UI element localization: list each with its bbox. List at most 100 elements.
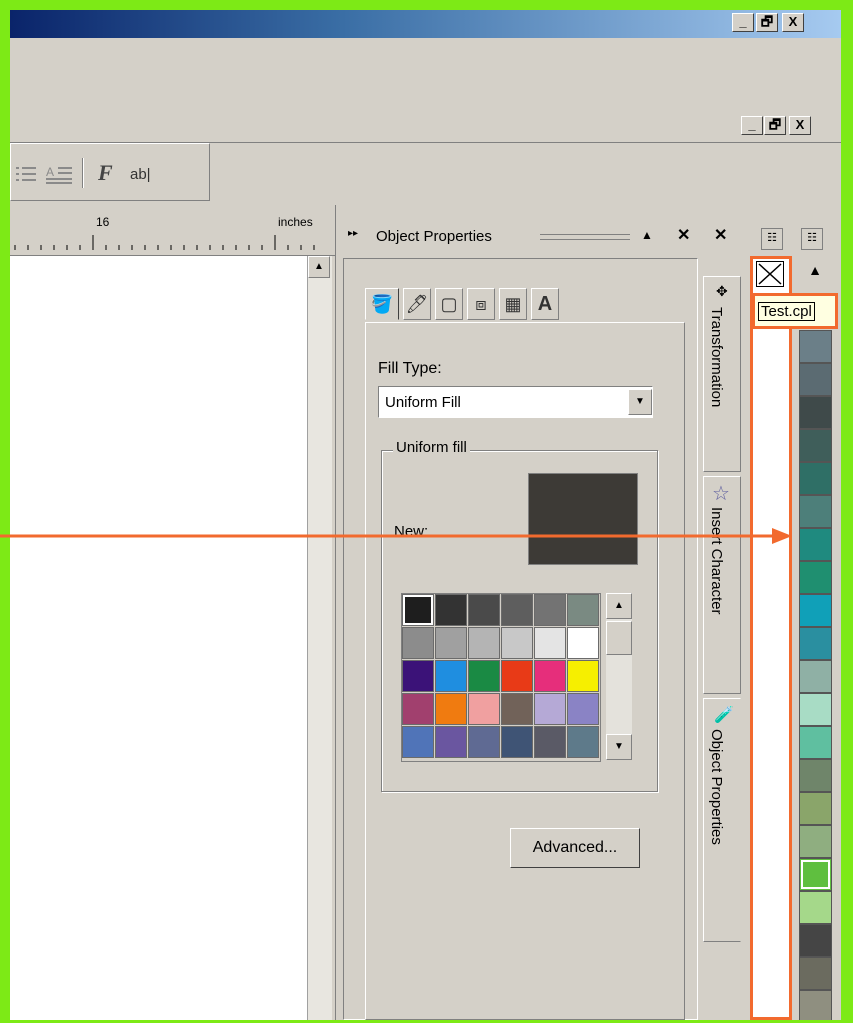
doc-minimize-button[interactable]: _: [741, 116, 763, 135]
color-swatch[interactable]: [567, 594, 599, 626]
palette-color[interactable]: [799, 429, 832, 462]
color-swatch[interactable]: [501, 594, 533, 626]
docker-close-icon[interactable]: ✕: [677, 225, 690, 245]
doc-close-button[interactable]: X: [789, 116, 811, 135]
color-swatch[interactable]: [468, 693, 500, 725]
fill-type-select[interactable]: Uniform Fill ▼: [378, 386, 653, 418]
detail-tab-icon[interactable]: ⧈: [467, 288, 495, 320]
color-swatch[interactable]: [567, 693, 599, 725]
palette-color[interactable]: [799, 990, 832, 1020]
docker-collapse-icon[interactable]: ▲: [641, 228, 653, 242]
color-swatch[interactable]: [534, 594, 566, 626]
palette-color[interactable]: [799, 759, 832, 792]
color-swatch[interactable]: [501, 726, 533, 758]
color-swatch[interactable]: [567, 726, 599, 758]
general-tab-icon[interactable]: ▢: [435, 288, 463, 320]
color-swatch[interactable]: [534, 627, 566, 659]
wrap-tab-icon[interactable]: ▦: [499, 288, 527, 320]
drop-cap-icon[interactable]: A: [46, 164, 74, 184]
ruler-tick-label: 16: [96, 215, 110, 229]
color-swatch[interactable]: [435, 627, 467, 659]
color-swatch[interactable]: [534, 693, 566, 725]
app-close-button[interactable]: X: [782, 13, 804, 32]
new-color-swatch: [528, 473, 638, 565]
palette-color[interactable]: [799, 693, 832, 726]
color-swatch[interactable]: [435, 693, 467, 725]
color-swatch[interactable]: [402, 594, 434, 626]
palette-color[interactable]: [799, 858, 832, 891]
text-tab-icon[interactable]: A: [531, 288, 559, 320]
color-swatch[interactable]: [468, 594, 500, 626]
color-swatch[interactable]: [435, 726, 467, 758]
color-swatch[interactable]: [567, 627, 599, 659]
no-fill-icon[interactable]: [756, 261, 784, 287]
advanced-button[interactable]: Advanced...: [510, 828, 640, 868]
tab-object-properties-label: Object Properties: [708, 729, 725, 845]
tab-object-properties[interactable]: 🧪 Object Properties: [703, 698, 741, 942]
chevron-down-icon[interactable]: ▼: [628, 389, 652, 415]
doc-restore-button[interactable]: 🗗: [764, 116, 786, 135]
edit-text-icon[interactable]: ab|: [130, 166, 151, 183]
app-restore-button[interactable]: 🗗: [756, 13, 778, 32]
palette-color[interactable]: [799, 594, 832, 627]
swatch-scroll-thumb[interactable]: [606, 621, 632, 655]
palette-color[interactable]: [799, 825, 832, 858]
docker-expand-icon[interactable]: ▸▸: [348, 228, 358, 239]
color-swatch[interactable]: [501, 693, 533, 725]
color-swatch[interactable]: [468, 627, 500, 659]
palette-color[interactable]: [799, 462, 832, 495]
color-swatch[interactable]: [567, 660, 599, 692]
app-minimize-button[interactable]: _: [732, 13, 754, 32]
color-swatch-grid: [401, 593, 601, 762]
swatch-scrollbar[interactable]: ▲ ▼: [606, 593, 632, 760]
tab-transformation[interactable]: ✥ Transformation: [703, 276, 741, 472]
color-swatch[interactable]: [534, 660, 566, 692]
color-swatch[interactable]: [501, 660, 533, 692]
palette-options-icon[interactable]: ☷: [761, 228, 783, 250]
palette-options-icon-2[interactable]: ☷: [801, 228, 823, 250]
palette-color[interactable]: [799, 627, 832, 660]
document-bar: [10, 104, 841, 143]
outline-tab-icon[interactable]: 🖊: [403, 288, 431, 320]
side-tabs: ✥ Transformation ☆ Insert Character 🧪 Ob…: [703, 258, 745, 1020]
color-swatch[interactable]: [501, 627, 533, 659]
swatch-scroll-up[interactable]: ▲: [606, 593, 632, 619]
fill-tab-icon[interactable]: 🪣: [365, 288, 399, 320]
canvas-scrollbar[interactable]: [307, 256, 332, 1020]
color-swatch[interactable]: [435, 594, 467, 626]
palette-color[interactable]: [799, 891, 832, 924]
palette-color[interactable]: [799, 396, 832, 429]
palette-color[interactable]: [799, 528, 832, 561]
format-text-icon[interactable]: F: [98, 160, 113, 186]
palette-color[interactable]: [799, 957, 832, 990]
object-properties-icon: 🧪: [714, 707, 734, 724]
color-swatch[interactable]: [534, 726, 566, 758]
swatch-scroll-down[interactable]: ▼: [606, 734, 632, 760]
menu-bar: [10, 38, 841, 105]
color-swatch[interactable]: [402, 693, 434, 725]
transformation-icon: ✥: [716, 283, 728, 299]
color-swatch[interactable]: [402, 726, 434, 758]
property-tabs: 🪣 🖊 ▢ ⧈ ▦ A: [365, 288, 625, 324]
docker-close-all-icon[interactable]: ✕: [714, 225, 727, 245]
color-swatch[interactable]: [468, 726, 500, 758]
palette-scroll-up[interactable]: ▲: [800, 260, 830, 282]
palette-color[interactable]: [799, 726, 832, 759]
palette-color[interactable]: [799, 561, 832, 594]
color-swatch[interactable]: [402, 660, 434, 692]
empty-palette-column: [750, 256, 792, 1020]
bullet-list-icon[interactable]: [16, 166, 38, 182]
palette-color[interactable]: [799, 924, 832, 957]
color-swatch[interactable]: [435, 660, 467, 692]
annotation-arrow: [0, 528, 792, 544]
drawing-canvas[interactable]: [10, 256, 307, 1020]
palette-color[interactable]: [799, 660, 832, 693]
palette-color[interactable]: [799, 330, 832, 363]
scroll-up-arrow[interactable]: ▲: [308, 256, 330, 278]
palette-color[interactable]: [799, 363, 832, 396]
palette-color[interactable]: [799, 495, 832, 528]
color-swatch[interactable]: [468, 660, 500, 692]
tab-insert-character[interactable]: ☆ Insert Character: [703, 476, 741, 694]
palette-color[interactable]: [799, 792, 832, 825]
color-swatch[interactable]: [402, 627, 434, 659]
